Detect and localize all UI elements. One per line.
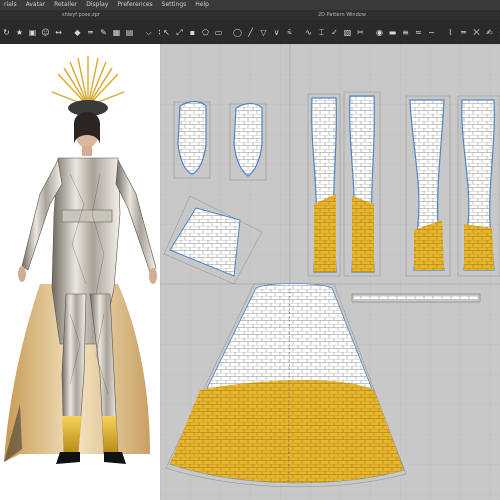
zipper-icon[interactable]: ≡ xyxy=(401,28,410,37)
clo3d-app-window: rials Avatar Retailer Display Preference… xyxy=(0,0,500,500)
menu-item-materials[interactable]: rials xyxy=(0,0,22,10)
button-icon[interactable]: ◉ xyxy=(375,28,384,37)
window-title-row: shleyf pose.zpr 2D Pattern Window xyxy=(0,10,500,20)
edit-point-icon[interactable]: ▪ xyxy=(188,28,197,37)
menu-item-retailer[interactable]: Retailer xyxy=(50,0,82,10)
internal-line-icon[interactable]: ╱ xyxy=(246,28,255,37)
shirring-icon[interactable]: ⨉ xyxy=(472,28,481,37)
pattern-canvas xyxy=(160,44,500,500)
camera-icon[interactable]: ▣ xyxy=(28,28,37,37)
free-sew-icon[interactable]: ∿ xyxy=(304,28,313,37)
sun-crown xyxy=(51,56,125,107)
notch-icon[interactable]: ∨ xyxy=(272,28,281,37)
menu-item-help[interactable]: Help xyxy=(191,0,214,10)
grid-icon[interactable]: ▦ xyxy=(112,28,121,37)
rectangle-icon[interactable]: ▭ xyxy=(214,28,223,37)
2d-pattern-window[interactable] xyxy=(160,44,500,500)
elastic-icon[interactable]: ⌇ xyxy=(446,28,455,37)
check-sewing-icon[interactable]: ✓ xyxy=(330,28,339,37)
menu-item-preferences[interactable]: Preferences xyxy=(113,0,157,10)
arrange-icon[interactable]: ▤ xyxy=(125,28,134,37)
select-icon[interactable]: ↖ xyxy=(162,28,171,37)
rotate-icon[interactable]: ↻ xyxy=(2,28,11,37)
file-name-title: shleyf pose.zpr xyxy=(62,12,100,18)
avatar-render xyxy=(4,56,157,464)
puckering-icon[interactable]: ∼ xyxy=(427,28,436,37)
measure-icon[interactable]: ↔ xyxy=(54,28,63,37)
menu-item-settings[interactable]: Settings xyxy=(158,0,192,10)
menu-item-avatar[interactable]: Avatar xyxy=(22,0,50,10)
pattern-window-title: 2D Pattern Window xyxy=(318,12,366,18)
toolbar-3d: ↻★▣☺↔◆═✎▦▤⌵✖◇◎∷ xyxy=(0,20,203,44)
piping-icon[interactable]: ≈ xyxy=(414,28,423,37)
texture-icon[interactable]: ▧ xyxy=(343,28,352,37)
menu-item-display[interactable]: Display xyxy=(82,0,113,10)
circle-icon[interactable]: ◯ xyxy=(233,28,242,37)
polygon-icon[interactable]: ⬠ xyxy=(201,28,210,37)
annotation-icon[interactable]: ✍ xyxy=(485,28,494,37)
trace-icon[interactable]: ✎ xyxy=(99,28,108,37)
transform-icon[interactable]: ⤢ xyxy=(175,28,184,37)
fold-icon[interactable]: ⌵ xyxy=(144,28,153,37)
menu-bar: rials Avatar Retailer Display Preference… xyxy=(0,0,500,10)
pin-icon[interactable]: ◆ xyxy=(73,28,82,37)
pose-icon[interactable]: ★ xyxy=(15,28,24,37)
tape-icon[interactable]: ═ xyxy=(86,28,95,37)
toolbar-2d: ↖⤢▪⬠▭◯╱▽∨⩯∿⌶✓▧✂◉▬≡≈∼⌇═⨉✍❖⧓↗❒ xyxy=(160,20,500,44)
trim-icon[interactable]: ✂ xyxy=(356,28,365,37)
dart-icon[interactable]: ▽ xyxy=(259,28,268,37)
segment-sew-icon[interactable]: ⩯ xyxy=(285,28,294,37)
buttonhole-icon[interactable]: ▬ xyxy=(388,28,397,37)
tape-icon[interactable]: ═ xyxy=(459,28,468,37)
3d-garment-viewport[interactable] xyxy=(0,44,160,500)
avatar-icon[interactable]: ☺ xyxy=(41,28,50,37)
fold-sew-icon[interactable]: ⌶ xyxy=(317,28,326,37)
